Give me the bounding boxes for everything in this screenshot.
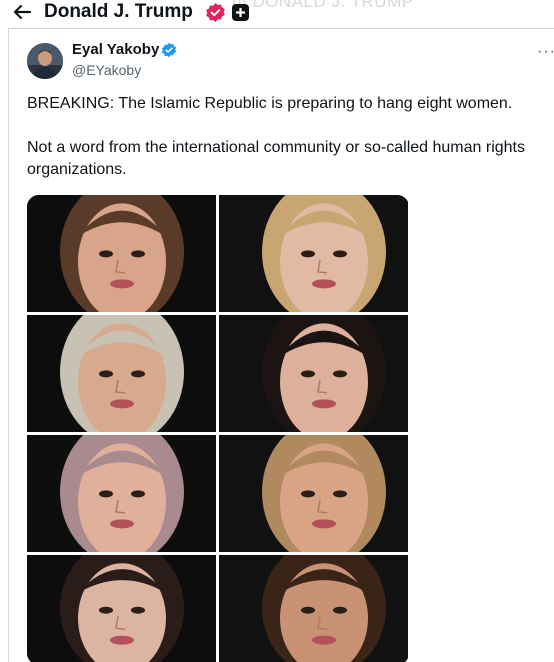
author-avatar[interactable]: [27, 43, 63, 79]
tweet-text-line-1: BREAKING: The Islamic Republic is prepar…: [27, 95, 513, 112]
author-handle[interactable]: @EYakoby: [72, 62, 141, 78]
quoted-tweet-card[interactable]: Eyal Yakoby @EYakoby ··· BREAKING: The I…: [8, 28, 554, 662]
photo-grid[interactable]: [27, 195, 409, 662]
profile-name-title: Donald J. Trump: [44, 1, 193, 22]
profile-header: nt DONALD J. TRUMP Donald J. Trump: [0, 0, 554, 28]
portrait-2[interactable]: [219, 195, 408, 312]
portrait-1[interactable]: [27, 195, 216, 312]
ghost-header-text: nt DONALD J. TRUMP: [232, 0, 414, 11]
verified-badge-icon: [205, 2, 226, 23]
tweet-text-line-2: Not a word from the international commun…: [27, 139, 525, 178]
back-arrow-icon[interactable]: [10, 0, 34, 24]
portrait-4[interactable]: [219, 315, 408, 432]
blue-verified-icon: [161, 42, 177, 58]
author-name[interactable]: Eyal Yakoby: [72, 41, 159, 58]
portrait-8[interactable]: [219, 555, 408, 662]
portrait-5[interactable]: [27, 435, 216, 552]
portrait-3[interactable]: [27, 315, 216, 432]
portrait-7[interactable]: [27, 555, 216, 662]
portrait-6[interactable]: [219, 435, 408, 552]
more-options-icon[interactable]: ···: [537, 43, 554, 61]
subscribe-plus-icon[interactable]: [232, 4, 249, 21]
